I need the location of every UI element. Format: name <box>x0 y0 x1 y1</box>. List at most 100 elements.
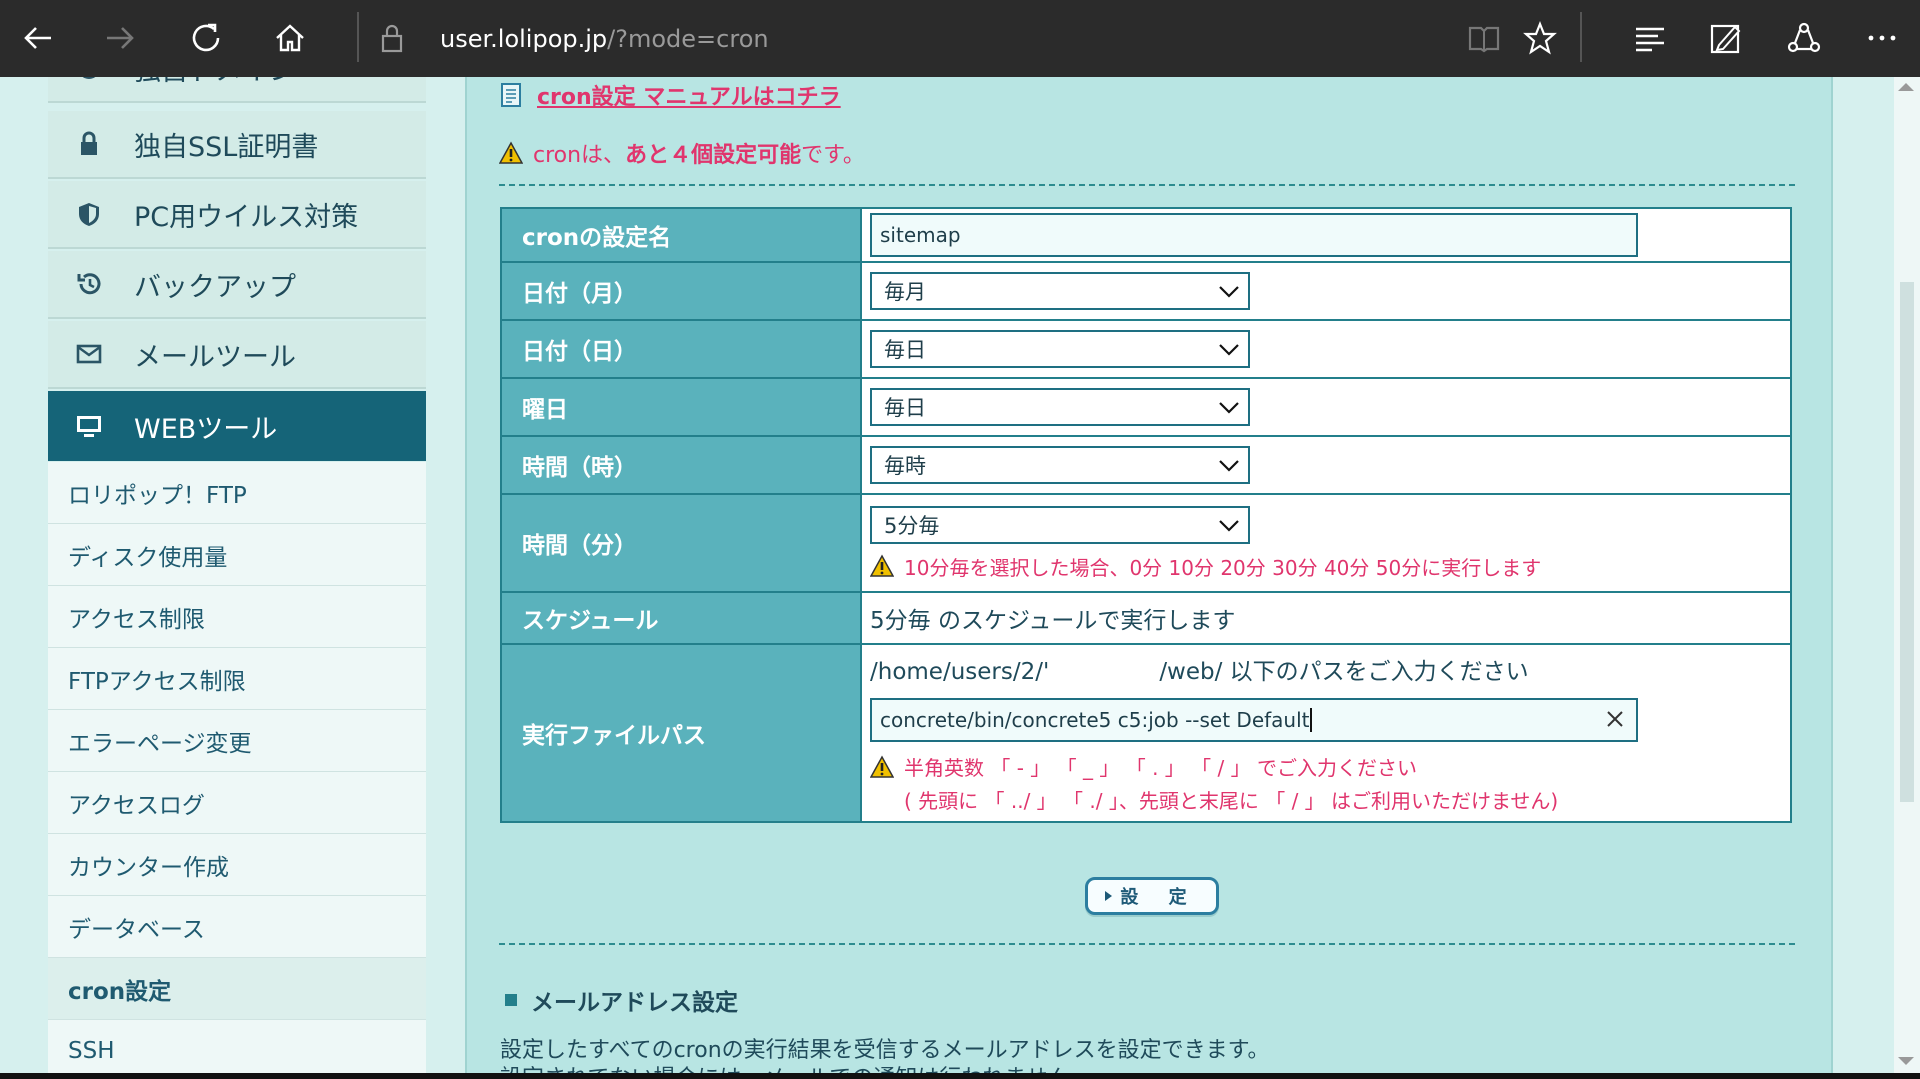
field-label: 時間（時） <box>500 435 862 495</box>
sidebar-subitem-access-log[interactable]: アクセスログ <box>48 772 426 834</box>
path-input[interactable]: concrete/bin/concrete5 c5:job --set Defa… <box>870 698 1638 742</box>
divider <box>499 943 1795 945</box>
sidebar-item-mail-tools[interactable]: メールツール <box>48 321 426 389</box>
monitor-icon <box>70 412 108 440</box>
toolbar-divider <box>357 12 359 62</box>
path-suffix: /web/ 以下のパスをご入力ください <box>1159 659 1529 685</box>
sidebar-subitem-label: アクセス制限 <box>68 606 205 633</box>
warning-icon <box>870 754 894 778</box>
sidebar-subitem-cron[interactable]: cron設定 <box>48 958 426 1020</box>
sidebar-subitem-error-page[interactable]: エラーページ変更 <box>48 710 426 772</box>
sidebar-subitem-counter[interactable]: カウンター作成 <box>48 834 426 896</box>
month-select[interactable]: 毎月 <box>870 272 1250 310</box>
home-icon[interactable] <box>266 14 314 62</box>
more-icon[interactable] <box>1858 14 1906 62</box>
field-label: 時間（分） <box>500 493 862 593</box>
lock-icon[interactable] <box>368 14 416 62</box>
set-button-label: 設 定 <box>1120 887 1199 908</box>
back-icon[interactable] <box>14 14 62 62</box>
history-icon <box>70 270 108 298</box>
sidebar-item-backup[interactable]: バックアップ <box>48 251 426 319</box>
remaining-suffix: です。 <box>801 143 865 168</box>
share-icon[interactable] <box>1780 14 1828 62</box>
schedule-value: 5分毎 のスケジュールで実行します <box>860 591 1792 645</box>
sidebar-item-label: バックアップ <box>134 271 296 303</box>
hour-select-value: 毎時 <box>884 454 926 478</box>
day-select[interactable]: 毎日 <box>870 330 1250 368</box>
scrollbar[interactable] <box>1894 77 1920 1075</box>
sidebar-subitem-disk-usage[interactable]: ディスク使用量 <box>48 524 426 586</box>
cron-name-input[interactable]: sitemap <box>870 213 1638 257</box>
sidebar-item-ssl[interactable]: 独自SSL証明書 <box>48 111 426 179</box>
chevron-down-icon <box>1219 460 1239 472</box>
page-viewport: 独自ドメイン 独自SSL証明書 PC用ウイルス対策 バックアップ メールツール … <box>0 77 1920 1075</box>
scroll-up-icon[interactable] <box>1898 83 1914 91</box>
minute-select-value: 5分毎 <box>884 513 940 538</box>
favorite-star-icon[interactable] <box>1516 14 1564 62</box>
web-note-icon[interactable] <box>1702 14 1750 62</box>
hour-select[interactable]: 毎時 <box>870 446 1250 484</box>
sidebar-item-label: PC用ウイルス対策 <box>134 201 359 233</box>
field-cell: 毎日 <box>860 319 1792 379</box>
cron-name-value: sitemap <box>880 223 961 247</box>
set-button[interactable]: 設 定 <box>1085 877 1219 915</box>
form-row-name: cronの設定名 sitemap <box>500 207 1792 263</box>
form-row-hour: 時間（時） 毎時 <box>500 435 1792 495</box>
sidebar-subitem-label: ディスク使用量 <box>68 544 228 571</box>
taskbar-edge <box>0 1073 1920 1079</box>
url-host: user.lolipop.jp <box>440 25 608 53</box>
day-select-value: 毎日 <box>884 338 926 362</box>
remaining-count-notice: cronは、 あと４個設定可能 です。 <box>499 137 865 169</box>
square-bullet-icon <box>505 994 517 1006</box>
sidebar-subitem-label: データベース <box>68 916 205 943</box>
minute-select[interactable]: 5分毎 <box>870 505 1250 544</box>
scroll-down-icon[interactable] <box>1898 1057 1914 1065</box>
reading-view-icon[interactable] <box>1460 14 1508 62</box>
url-path: /?mode=cron <box>607 25 769 53</box>
sidebar-item-antivirus[interactable]: PC用ウイルス対策 <box>48 181 426 249</box>
field-label: cronの設定名 <box>500 207 862 263</box>
chevron-down-icon <box>1219 519 1239 532</box>
form-row-minute: 時間（分） 5分毎 10分毎を選択した場合、0分 10分 20分 30分 40分… <box>500 493 1792 593</box>
weekday-select[interactable]: 毎日 <box>870 388 1250 426</box>
address-bar[interactable]: user.lolipop.jp/?mode=cron <box>440 22 769 56</box>
field-cell: /home/users/2/' /web/ 以下のパスをご入力ください concr… <box>860 643 1792 823</box>
sidebar-item-label: メールツール <box>134 341 296 373</box>
path-note-line1: 半角英数 「 - 」 「 _ 」 「 . 」 「 / 」 でご入力ください <box>904 756 1417 780</box>
sidebar-subitem-label: FTPアクセス制限 <box>68 668 246 695</box>
form-row-month: 日付（月） 毎月 <box>500 261 1792 321</box>
clear-icon[interactable] <box>1604 708 1626 730</box>
weekday-select-value: 毎日 <box>884 396 926 420</box>
hub-icon[interactable] <box>1626 14 1674 62</box>
chevron-down-icon <box>1219 286 1239 298</box>
sidebar-subitem-label: アクセスログ <box>68 792 205 819</box>
field-cell: 毎月 <box>860 261 1792 321</box>
forward-icon[interactable] <box>96 14 144 62</box>
sidebar-subitem-ssh[interactable]: SSH <box>48 1020 426 1075</box>
field-label: 曜日 <box>500 377 862 437</box>
form-row-schedule: スケジュール 5分毎 のスケジュールで実行します <box>500 591 1792 645</box>
remaining-count: あと４個設定可能 <box>625 143 802 168</box>
field-label: 実行ファイルパス <box>500 643 862 823</box>
cron-settings-form: cronの設定名 sitemap 日付（月） 毎月 日付（日） 毎日 曜日 毎日… <box>500 207 1792 823</box>
cron-manual-link[interactable]: cron設定 マニュアルはコチラ <box>537 79 841 111</box>
sidebar-subitem-ftp[interactable]: ロリポップ！FTP <box>48 462 426 524</box>
sidebar-subitem-ftp-access-restriction[interactable]: FTPアクセス制限 <box>48 648 426 710</box>
sidebar-item-web-tools[interactable]: WEBツール <box>48 391 426 461</box>
field-cell: 5分毎 10分毎を選択した場合、0分 10分 20分 30分 40分 50分に実… <box>860 493 1792 593</box>
refresh-icon[interactable] <box>182 14 230 62</box>
path-prefix: /home/users/2/' <box>870 659 1050 685</box>
sidebar-item-label: 独自ドメイン <box>134 77 296 88</box>
mail-section-title: メールアドレス設定 <box>531 990 738 1016</box>
sidebar-subitem-access-restriction[interactable]: アクセス制限 <box>48 586 426 648</box>
form-row-path: 実行ファイルパス /home/users/2/' /web/ 以下のパスをご入力く… <box>500 643 1792 823</box>
sidebar-subitem-database[interactable]: データベース <box>48 896 426 958</box>
sidebar-item-domain[interactable]: 独自ドメイン <box>48 77 426 103</box>
field-label: スケジュール <box>500 591 862 645</box>
globe-icon <box>70 77 108 82</box>
scroll-thumb[interactable] <box>1900 282 1914 802</box>
field-label: 日付（月） <box>500 261 862 321</box>
document-icon <box>501 83 521 107</box>
sidebar-subitem-label: SSH <box>68 1037 115 1064</box>
warning-icon <box>499 141 523 164</box>
